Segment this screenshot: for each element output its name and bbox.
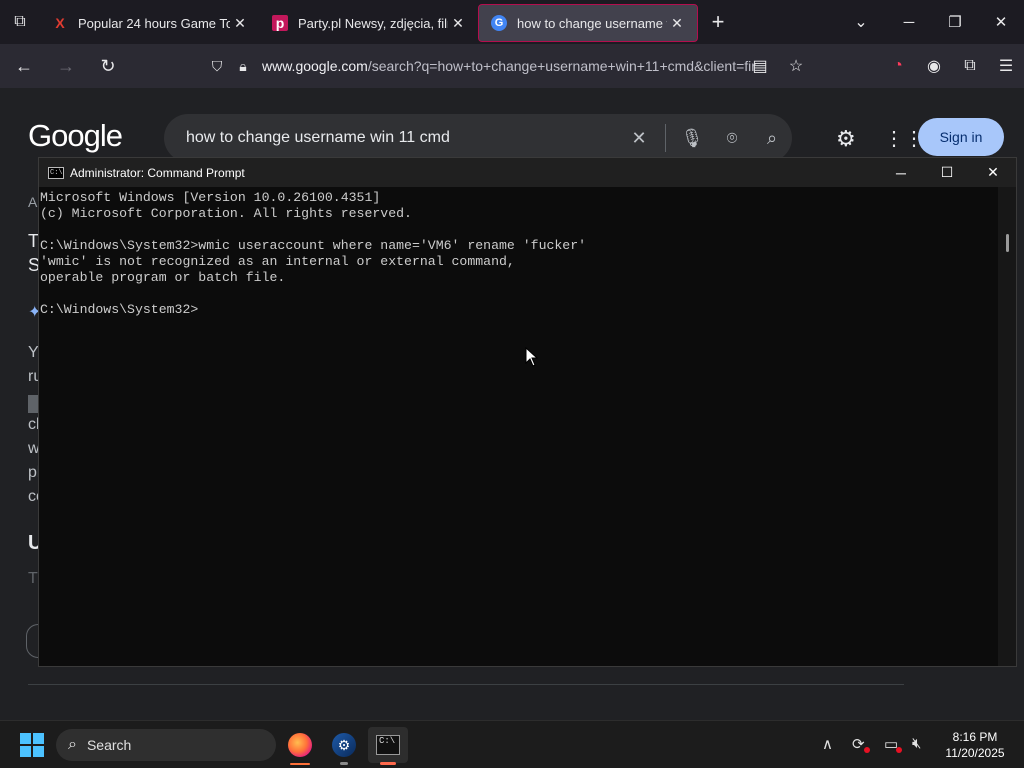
google-logo[interactable]: Google	[28, 118, 123, 154]
console-line: C:\Windows\System32>wmic useraccount whe…	[40, 238, 587, 253]
tab-google-search[interactable]: G how to change username win 1 ✕	[478, 4, 698, 42]
reload-icon[interactable]: ↻	[90, 50, 126, 82]
highlight-fragment	[28, 395, 38, 413]
restore-icon[interactable]: ❐	[932, 0, 978, 44]
firefox-icon	[288, 733, 312, 757]
address-bar[interactable]: ⛉ 🔒︎ www.google.com/search?q=how+to+chan…	[204, 50, 804, 82]
cmd-title-bar[interactable]: C:\ Administrator: Command Prompt ─ ☐ ✕	[39, 158, 1016, 187]
tab-party-pl[interactable]: p Party.pl Newsy, zdjęcia, filmy. O ✕	[260, 4, 478, 42]
desktop: ⧉ X Popular 24 hours Game Torrents ✕ p P…	[0, 0, 1024, 768]
cmd-minimize-icon[interactable]: ─	[878, 158, 924, 187]
close-icon[interactable]: ✕	[978, 0, 1024, 44]
taskbar-clock[interactable]: 8:16 PM 11/20/2025	[930, 729, 1020, 761]
taskbar-search-box[interactable]: ⌕ Search	[56, 729, 276, 761]
cmd-close-icon[interactable]: ✕	[970, 158, 1016, 187]
console-line: operable program or batch file.	[40, 270, 286, 285]
clock-date: 11/20/2025	[945, 746, 1005, 760]
google-favicon-icon: G	[491, 15, 507, 31]
tab-close-icon[interactable]: ✕	[230, 15, 250, 32]
menu-hamburger-icon[interactable]: ☰	[988, 50, 1024, 82]
minimize-icon[interactable]: ─	[886, 0, 932, 44]
console-line: Microsoft Windows [Version 10.0.26100.43…	[40, 190, 381, 205]
url-text: www.google.com/search?q=how+to+change+us…	[262, 58, 756, 74]
clock-time: 8:16 PM	[952, 730, 998, 744]
party-pl-favicon-icon: p	[272, 15, 288, 31]
tab-title: how to change username win 1	[517, 15, 667, 31]
new-tab-icon[interactable]: +	[698, 9, 738, 35]
back-icon[interactable]: ←	[6, 50, 42, 82]
lens-camera-icon[interactable]: ⌾	[712, 128, 752, 149]
tab-title: Party.pl Newsy, zdjęcia, filmy. O	[298, 15, 448, 31]
extension-pie-icon[interactable]: ◔	[880, 50, 916, 82]
bookmark-star-icon[interactable]: ☆	[778, 50, 814, 82]
tab-close-icon[interactable]: ✕	[448, 15, 468, 32]
reader-view-icon[interactable]: ▤	[742, 50, 778, 82]
tab-close-icon[interactable]: ✕	[667, 15, 687, 32]
steam-icon: ⚙	[332, 733, 356, 757]
running-indicator	[290, 763, 310, 765]
cmd-scrollbar[interactable]	[998, 187, 1016, 666]
tab-title: Popular 24 hours Game Torrents	[78, 15, 230, 31]
search-query[interactable]: how to change username win 11 cmd	[186, 129, 619, 147]
sync-icon[interactable]: ⟳	[852, 735, 865, 753]
circle-button-fragment[interactable]	[26, 624, 38, 658]
clear-icon[interactable]: ✕	[619, 128, 659, 149]
cmd-window-title: Administrator: Command Prompt	[70, 165, 245, 180]
show-hidden-icons-chevron-icon[interactable]: ∧	[822, 735, 833, 753]
taskbar-steam-app[interactable]: ⚙	[324, 727, 364, 765]
taskbar-terminal-app[interactable]: C:\	[368, 727, 408, 765]
divider	[28, 684, 904, 685]
console-line: (c) Microsoft Corporation. All rights re…	[40, 206, 412, 221]
taskbar-search-label: Search	[86, 737, 132, 753]
cmd-scrollbar-thumb[interactable]	[1006, 234, 1009, 252]
settings-gear-icon[interactable]: ⚙	[836, 126, 856, 152]
volume-muted-icon[interactable]: 🔇︎	[912, 735, 921, 752]
console-line: 'wmic' is not recognized as an internal …	[40, 254, 515, 269]
command-prompt-window[interactable]: C:\ Administrator: Command Prompt ─ ☐ ✕ …	[38, 157, 1017, 667]
tab-game-torrents[interactable]: X Popular 24 hours Game Torrents ✕	[40, 4, 260, 42]
browser-nav-bar: ← → ↻ ⛉ 🔒︎ www.google.com/search?q=how+t…	[0, 44, 1024, 88]
result-fragment: T	[28, 570, 38, 587]
account-icon[interactable]: ◉	[916, 50, 952, 82]
running-indicator	[380, 762, 396, 765]
tab-list-icon[interactable]: ⧉	[0, 0, 40, 44]
search-icon: ⌕	[68, 736, 77, 753]
cmd-console-output[interactable]: Microsoft Windows [Version 10.0.26100.43…	[39, 187, 999, 666]
sign-in-button[interactable]: Sign in	[918, 118, 1004, 156]
tracking-protection-shield-icon[interactable]: ⛉	[204, 58, 230, 75]
cmd-app-icon: C:\	[48, 166, 64, 179]
extensions-puzzle-icon[interactable]: ⧉	[952, 50, 988, 82]
taskbar-firefox-app[interactable]	[280, 727, 320, 765]
google-search-box[interactable]: how to change username win 11 cmd ✕ 🎙︎ ⌾…	[164, 114, 792, 162]
sync-alert-dot	[864, 747, 870, 753]
search-icon[interactable]: ⌕	[752, 128, 792, 149]
taskbar: ⌕ Search ⚙ C:\ ∧ ⟳ ▭ 🔇︎ 8:16 PM 11/20/20…	[0, 720, 1024, 768]
display-alert-dot	[896, 747, 902, 753]
forward-icon[interactable]: →	[48, 50, 84, 82]
lock-icon[interactable]: 🔒︎	[230, 58, 256, 75]
running-indicator	[340, 762, 348, 765]
browser-tab-strip: ⧉ X Popular 24 hours Game Torrents ✕ p P…	[0, 0, 1024, 44]
list-all-tabs-chevron-icon[interactable]: ⌄	[836, 12, 886, 32]
console-prompt-line[interactable]: C:\Windows\System32>	[40, 302, 999, 318]
torrent-site-favicon-icon: X	[55, 15, 65, 31]
windows-start-icon[interactable]	[20, 733, 44, 757]
result-fragment: A	[28, 194, 38, 210]
microphone-icon[interactable]: 🎙︎	[672, 128, 712, 149]
command-prompt-icon: C:\	[376, 735, 400, 755]
cmd-maximize-icon[interactable]: ☐	[924, 158, 970, 187]
